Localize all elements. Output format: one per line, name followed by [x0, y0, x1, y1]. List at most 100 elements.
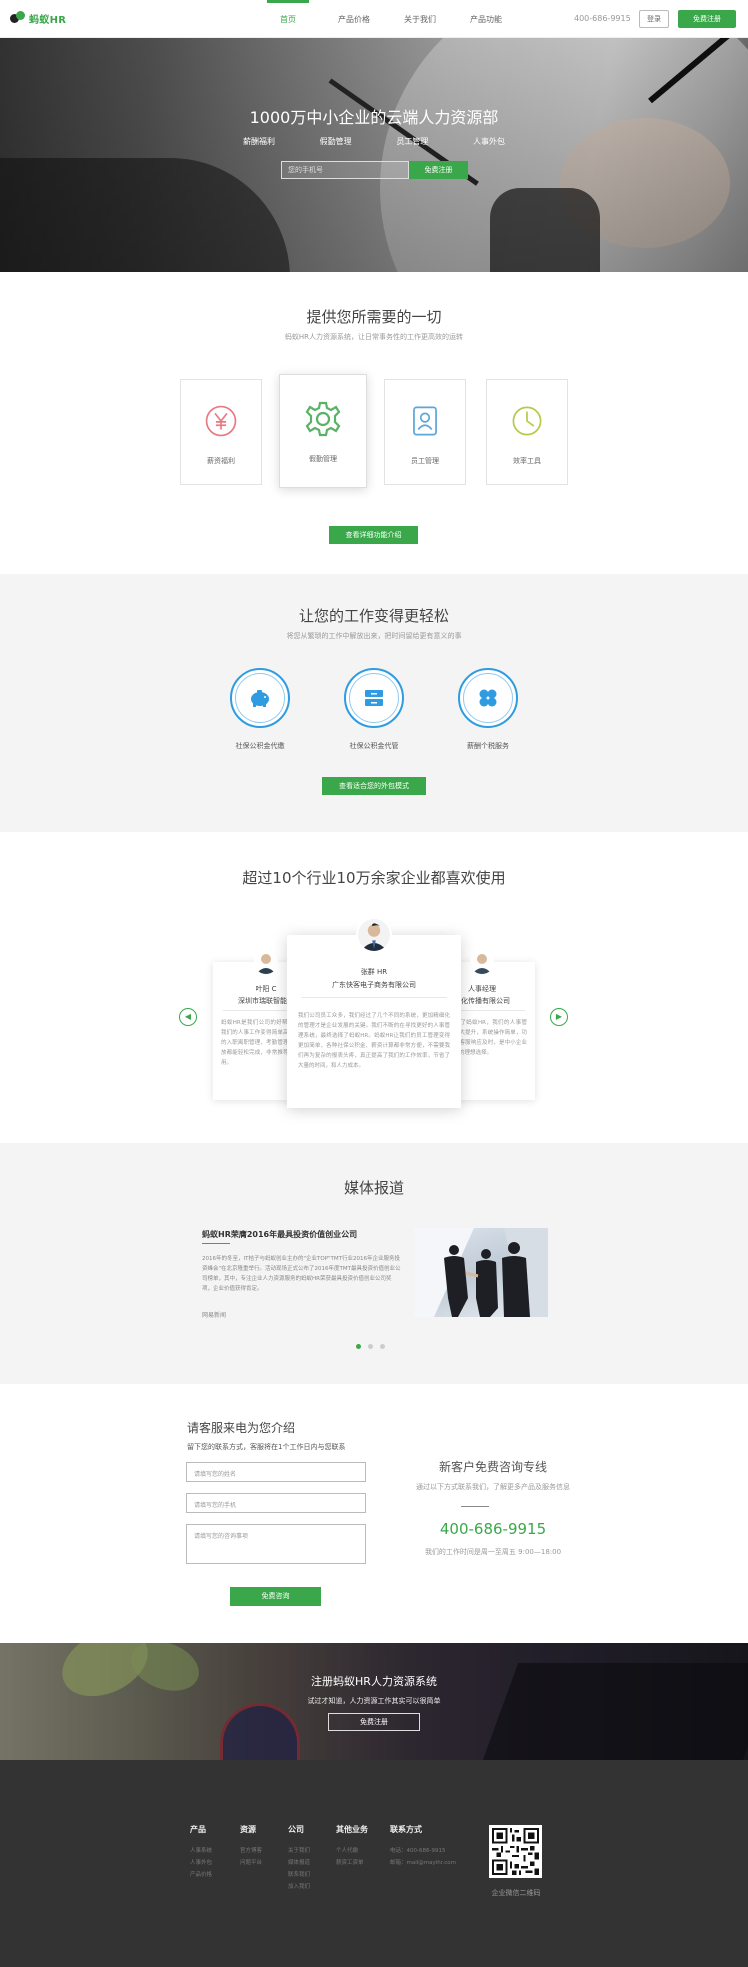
testimonial-card-center[interactable]: 张群 HR 广东快客电子商务有限公司 我们公司员工众多，我们经过了几个不同的系统… — [287, 917, 461, 1108]
phone-field[interactable]: 请填写您的手机 — [186, 1493, 366, 1513]
avatar — [254, 950, 278, 974]
footer-link[interactable]: 加入我们 — [288, 1881, 310, 1893]
inquiry-textarea[interactable]: 请填写您的咨询事项 — [186, 1524, 366, 1564]
yen-icon — [205, 405, 237, 437]
testimonial-name: 张群 HR — [360, 968, 388, 976]
hero-feature-links: 薪酬福利 假勤管理 员工管理 人事外包 — [243, 136, 505, 147]
register-cta-banner: 注册蚂蚁HR人力资源系统 试过才知道，人力资源工作其实可以很简单 免费注册 — [0, 1643, 748, 1760]
footer-link[interactable]: 产品价格 — [190, 1869, 212, 1881]
outsourcing-subtitle: 将您从繁琐的工作中解放出来，把时间留给更有意义的事 — [286, 632, 462, 640]
feature-card-label: 假勤管理 — [309, 455, 337, 463]
nav-item-features[interactable]: 产品功能 — [453, 0, 519, 38]
news-accent-line — [202, 1243, 230, 1244]
clock-icon — [512, 406, 542, 436]
footer-link[interactable]: 关于我们 — [288, 1845, 310, 1857]
footer-link[interactable]: 媒体报道 — [288, 1857, 310, 1869]
gear-icon — [305, 401, 341, 437]
footer-link[interactable]: 人事系统 — [190, 1845, 212, 1857]
hotline-subtitle: 通过以下方式联系我们，了解更多产品及服务信息 — [416, 1483, 570, 1491]
logo[interactable]: 蚂蚁HR — [10, 10, 66, 26]
outsourcing-label: 薪酬个税服务 — [467, 742, 509, 750]
footer-link[interactable]: 薪资工资单 — [336, 1857, 368, 1869]
hero-phone-input[interactable]: 您的手机号 — [281, 161, 409, 179]
testimonial-body: 我们公司员工众多，我们经过了几个不同的系统，更加精细化的管理才是企业发展的关键。… — [298, 1013, 450, 1069]
top-navbar: 蚂蚁HR 首页 产品价格 关于我们 产品功能 400-686-9915 登录 免… — [0, 0, 748, 38]
footer-column-head: 资源 — [240, 1825, 256, 1834]
feature-card-label: 员工管理 — [411, 457, 439, 465]
feature-details-button[interactable]: 查看详细功能介绍 — [329, 526, 418, 544]
footer-link[interactable]: 问题平台 — [240, 1857, 262, 1869]
feature-card-attendance[interactable]: 假勤管理 — [279, 374, 367, 488]
news-article-body: 2016年的冬至，IT桔子与蚂蚁创业主办的"企业TOP"TMT行业2016年企业… — [202, 1256, 401, 1292]
outsourcing-section: 让您的工作变得更轻松 将您从繁琐的工作中解放出来，把时间留给更有意义的事 社保公… — [0, 574, 748, 832]
footer-column-head: 产品 — [190, 1825, 206, 1834]
hotline-phone[interactable]: 400-686-9915 — [378, 1520, 608, 1538]
footer-column-head: 联系方式 — [390, 1825, 422, 1834]
news-source: 网易新闻 — [202, 1312, 227, 1319]
logo-text: 蚂蚁HR — [29, 14, 67, 26]
hero-link-salary[interactable]: 薪酬福利 — [243, 136, 275, 147]
footer-column-head: 公司 — [288, 1825, 304, 1834]
outsourcing-mode-button[interactable]: 查看适合您的外包模式 — [322, 777, 426, 795]
hero-banner: 1000万中小企业的云端人力资源部 薪酬福利 假勤管理 员工管理 人事外包 您的… — [0, 38, 748, 272]
footer-contact-email[interactable]: 邮箱：mail@mayihr.com — [390, 1857, 456, 1869]
register-button-top[interactable]: 免费注册 — [678, 10, 736, 28]
carousel-dot[interactable] — [368, 1344, 373, 1349]
qr-caption: 企业微信二维码 — [491, 1889, 541, 1897]
social-security-payment-circle[interactable] — [230, 668, 290, 728]
testimonials-title: 超过10个行业10万余家企业都喜欢使用 — [242, 869, 506, 887]
logo-mark-icon — [10, 10, 26, 26]
testimonial-company: 广东快客电子商务有限公司 — [332, 981, 416, 989]
outsourcing-label: 社保公积金代缴 — [235, 742, 285, 750]
nav-item-about[interactable]: 关于我们 — [387, 0, 453, 38]
hotline-divider — [461, 1506, 489, 1507]
cta-subtitle: 试过才知道，人力资源工作其实可以很简单 — [307, 1697, 441, 1705]
feature-card-employees[interactable]: 员工管理 — [384, 379, 466, 485]
footer-column-company: 公司 关于我们 媒体报道 联系我们 加入我们 — [288, 1824, 310, 1893]
hotline-hours: 我们的工作时间是周一至周五 9:00—18:00 — [424, 1548, 562, 1556]
footer-column-other: 其他业务 个人代缴 薪资工资单 — [336, 1824, 368, 1869]
media-section: 媒体报道 蚂蚁HR荣膺2016年最具投资价值创业公司 2016年的冬至，IT桔子… — [0, 1143, 748, 1384]
cta-register-button[interactable]: 免费注册 — [328, 1713, 420, 1731]
clover-icon — [479, 689, 497, 707]
hero-link-employees[interactable]: 员工管理 — [396, 136, 428, 147]
login-button[interactable]: 登录 — [639, 10, 669, 28]
feature-card-salary[interactable]: 薪资福利 — [180, 379, 262, 485]
payroll-tax-service-circle[interactable] — [458, 668, 518, 728]
avatar — [356, 917, 392, 953]
footer: 产品 人事系统 人事外包 产品价格 资源 官方博客 问题平台 公司 关于我们 媒… — [0, 1760, 748, 1967]
news-article-title[interactable]: 蚂蚁HR荣膺2016年最具投资价值创业公司 — [202, 1229, 357, 1240]
free-consultation-button[interactable]: 免费咨询 — [230, 1587, 321, 1606]
hero-title: 1000万中小企业的云端人力资源部 — [249, 108, 499, 127]
feature-card-label: 效率工具 — [513, 457, 541, 465]
news-image-handshake — [414, 1228, 548, 1317]
hero-link-attendance[interactable]: 假勤管理 — [320, 136, 352, 147]
name-field[interactable]: 请填写您的姓名 — [186, 1462, 366, 1482]
nav-item-home[interactable]: 首页 — [255, 0, 321, 38]
footer-link[interactable]: 官方博客 — [240, 1845, 262, 1857]
footer-link[interactable]: 个人代缴 — [336, 1845, 368, 1857]
carousel-prev-button[interactable]: ◀ — [179, 1008, 197, 1026]
hero-overlay — [0, 38, 748, 272]
carousel-next-button[interactable]: ▶ — [550, 1008, 568, 1026]
hotline-title: 新客户免费咨询专线 — [438, 1460, 547, 1474]
outsourcing-label: 社保公积金代管 — [349, 742, 399, 750]
contact-form-subtitle: 留下您的联系方式，客服将在1个工作日内与您联系 — [187, 1443, 346, 1451]
drawer-icon — [365, 690, 383, 706]
footer-link[interactable]: 联系我们 — [288, 1869, 310, 1881]
hero-link-outsourcing[interactable]: 人事外包 — [473, 136, 505, 147]
footer-column-products: 产品 人事系统 人事外包 产品价格 — [190, 1824, 212, 1881]
features-subtitle: 蚂蚁HR人力资源系统，让日常事务性的工作更高效的运转 — [284, 333, 464, 341]
carousel-dot[interactable] — [380, 1344, 385, 1349]
footer-column-head: 其他业务 — [336, 1825, 368, 1834]
hero-register-button[interactable]: 免费注册 — [409, 161, 468, 179]
nav-item-pricing[interactable]: 产品价格 — [321, 0, 387, 38]
nav-menu: 首页 产品价格 关于我们 产品功能 — [255, 0, 519, 38]
piggy-bank-icon — [251, 690, 269, 707]
footer-link[interactable]: 人事外包 — [190, 1857, 212, 1869]
feature-card-tools[interactable]: 效率工具 — [486, 379, 568, 485]
carousel-dot[interactable] — [356, 1344, 361, 1349]
badge-icon — [413, 406, 437, 436]
social-security-management-circle[interactable] — [344, 668, 404, 728]
divider — [301, 997, 447, 998]
